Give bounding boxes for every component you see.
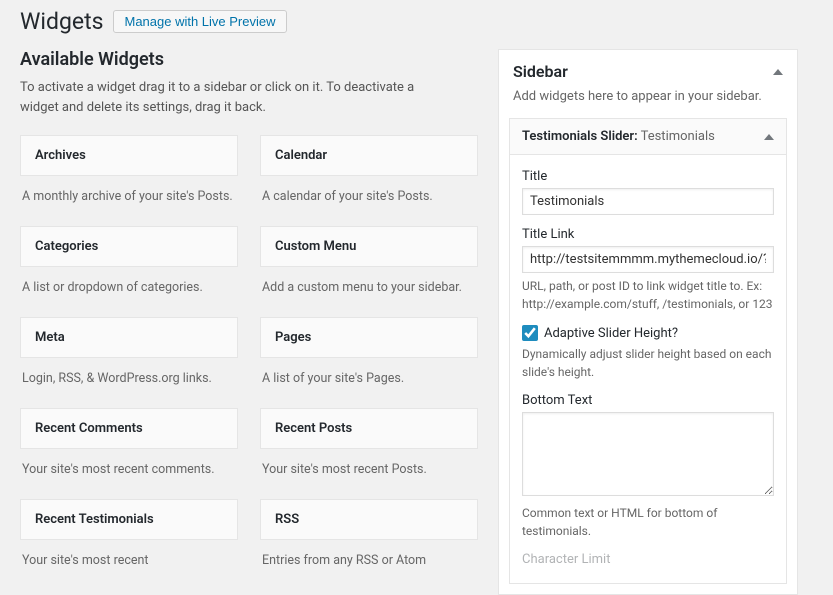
widget-instance-testimonials-slider: Testimonials Slider: Testimonials Title … (509, 118, 787, 584)
available-widget-title[interactable]: Archives (20, 135, 238, 176)
sidebar-panel: Sidebar Add widgets here to appear in yo… (498, 49, 798, 595)
adaptive-height-label: Adaptive Slider Height? (544, 326, 678, 341)
available-widget-title[interactable]: Categories (20, 226, 238, 267)
sidebar-title: Sidebar (513, 62, 568, 81)
available-widget: CalendarA calendar of your site's Posts. (260, 135, 478, 226)
available-widget: MetaLogin, RSS, & WordPress.org links. (20, 317, 238, 408)
available-widget-desc: Your site's most recent comments. (20, 449, 238, 499)
available-widget-title[interactable]: Calendar (260, 135, 478, 176)
adaptive-height-help: Dynamically adjust slider height based o… (522, 345, 774, 381)
sidebar-header[interactable]: Sidebar (499, 50, 797, 89)
available-widget: Recent CommentsYour site's most recent c… (20, 408, 238, 499)
available-widget-desc: A list or dropdown of categories. (20, 267, 238, 317)
available-widget: ArchivesA monthly archive of your site's… (20, 135, 238, 226)
caret-up-icon (773, 69, 783, 75)
page-title: Widgets (20, 8, 103, 35)
available-widget: RSSEntries from any RSS or Atom (260, 499, 478, 590)
available-widget-title[interactable]: Pages (260, 317, 478, 358)
available-widget: Recent TestimonialsYour site's most rece… (20, 499, 238, 590)
manage-live-preview-button[interactable]: Manage with Live Preview (113, 10, 286, 33)
available-widget-title[interactable]: Meta (20, 317, 238, 358)
title-link-help: URL, path, or post ID to link widget tit… (522, 277, 774, 313)
title-link-label: Title Link (522, 227, 774, 242)
widget-instance-header[interactable]: Testimonials Slider: Testimonials (510, 119, 786, 155)
available-widget-desc: Entries from any RSS or Atom (260, 540, 478, 590)
adaptive-height-checkbox[interactable] (522, 325, 538, 341)
available-widget-title[interactable]: Recent Testimonials (20, 499, 238, 540)
title-label: Title (522, 169, 774, 184)
bottom-text-label: Bottom Text (522, 393, 774, 408)
title-input[interactable] (522, 188, 774, 215)
available-widget-title[interactable]: RSS (260, 499, 478, 540)
available-widget-title[interactable]: Recent Posts (260, 408, 478, 449)
character-limit-label: Character Limit (522, 552, 774, 567)
available-widget: Recent PostsYour site's most recent Post… (260, 408, 478, 499)
bottom-text-textarea[interactable] (522, 412, 774, 496)
caret-up-icon (764, 134, 774, 140)
bottom-text-help: Common text or HTML for bottom of testim… (522, 504, 774, 540)
available-widget-desc: Add a custom menu to your sidebar. (260, 267, 478, 317)
available-widget: PagesA list of your site's Pages. (260, 317, 478, 408)
available-widget-desc: Your site's most recent Posts. (260, 449, 478, 499)
available-widget-desc: A list of your site's Pages. (260, 358, 478, 408)
available-widgets-intro: To activate a widget drag it to a sideba… (20, 78, 440, 117)
available-widget: CategoriesA list or dropdown of categori… (20, 226, 238, 317)
available-widget-title[interactable]: Recent Comments (20, 408, 238, 449)
available-widget-desc: Your site's most recent (20, 540, 238, 590)
available-widget-title[interactable]: Custom Menu (260, 226, 478, 267)
available-widget-desc: A calendar of your site's Posts. (260, 176, 478, 226)
available-widget-desc: Login, RSS, & WordPress.org links. (20, 358, 238, 408)
sidebar-subtitle: Add widgets here to appear in your sideb… (499, 89, 797, 118)
available-widget: Custom MenuAdd a custom menu to your sid… (260, 226, 478, 317)
available-widget-desc: A monthly archive of your site's Posts. (20, 176, 238, 226)
widget-instance-subtitle: Testimonials (638, 129, 715, 144)
available-widgets-heading: Available Widgets (20, 49, 478, 70)
title-link-input[interactable] (522, 246, 774, 273)
widget-instance-title: Testimonials Slider: (522, 129, 638, 144)
